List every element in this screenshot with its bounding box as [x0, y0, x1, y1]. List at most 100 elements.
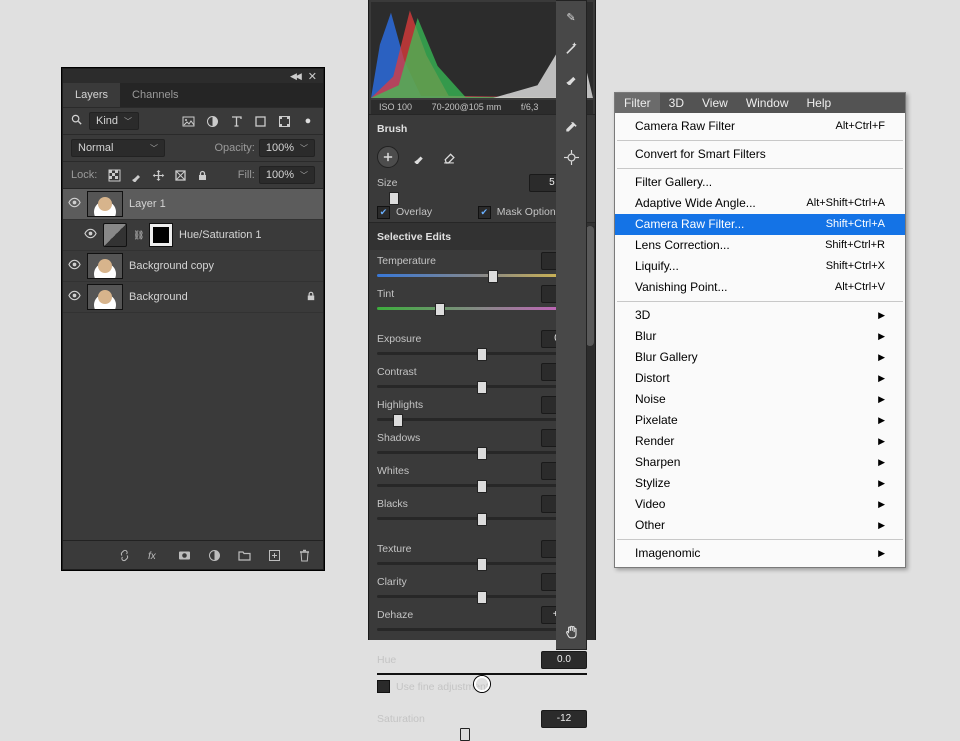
menu-shortcut: Alt+Shift+Ctrl+A — [806, 195, 885, 212]
menu-item[interactable]: Imagenomic▶ — [615, 543, 905, 564]
menu-bar-item-filter[interactable]: Filter — [615, 93, 660, 113]
menu-item-label: Video — [635, 496, 665, 513]
eyedropper-tool-icon[interactable] — [563, 119, 579, 135]
menu-bar-item-window[interactable]: Window — [737, 93, 798, 113]
fine-adjust-checkbox[interactable] — [377, 680, 390, 693]
brush-tool-icon[interactable] — [563, 69, 579, 85]
menu-item[interactable]: Convert for Smart Filters — [615, 144, 905, 165]
saturation-value[interactable]: -12 — [541, 710, 587, 728]
layer-row[interactable]: Background copy — [63, 251, 323, 282]
layer-mask-icon[interactable] — [177, 548, 191, 562]
menu-item[interactable]: Camera Raw FilterAlt+Ctrl+F — [615, 116, 905, 137]
menu-bar-item-3d[interactable]: 3D — [660, 93, 693, 113]
search-icon — [71, 114, 83, 129]
lock-pixels-icon[interactable] — [129, 168, 143, 182]
filter-shape-icon[interactable] — [253, 114, 267, 128]
menu-item[interactable]: Pixelate▶ — [615, 410, 905, 431]
link-mask-icon[interactable]: ⛓ — [133, 230, 143, 241]
menu-item[interactable]: Noise▶ — [615, 389, 905, 410]
slider-label: Dehaze — [377, 609, 535, 621]
hand-tool-icon[interactable] — [563, 623, 579, 639]
menu-bar-item-help[interactable]: Help — [798, 93, 841, 113]
submenu-arrow-icon: ▶ — [878, 307, 885, 324]
submenu-arrow-icon: ▶ — [878, 328, 885, 345]
lock-position-icon[interactable] — [151, 168, 165, 182]
visibility-toggle-icon[interactable] — [67, 289, 81, 305]
menu-separator — [617, 140, 903, 141]
layer-group-icon[interactable] — [237, 548, 251, 562]
exif-iso: ISO 100 — [379, 102, 412, 112]
layer-name: Background copy — [129, 260, 319, 272]
brush-paint-button[interactable] — [409, 147, 429, 167]
hue-slider[interactable] — [377, 673, 587, 675]
menu-item[interactable]: Stylize▶ — [615, 473, 905, 494]
wand-tool-icon[interactable] — [563, 39, 579, 55]
menu-item[interactable]: 3D▶ — [615, 305, 905, 326]
filter-adjustment-icon[interactable] — [205, 114, 219, 128]
menu-item-label: Stylize — [635, 475, 670, 492]
overlay-checkbox[interactable] — [377, 206, 390, 219]
menu-item[interactable]: Blur▶ — [615, 326, 905, 347]
layer-fx-icon[interactable] — [147, 548, 161, 562]
adjustment-layer-icon[interactable] — [207, 548, 221, 562]
menu-item[interactable]: Camera Raw Filter...Shift+Ctrl+A — [615, 214, 905, 235]
opacity-dropdown[interactable]: 100% ﹀ — [259, 139, 315, 157]
hue-label: Hue — [377, 654, 535, 666]
fill-dropdown[interactable]: 100% ﹀ — [259, 166, 315, 184]
menu-bar: Filter3DViewWindowHelp — [615, 93, 905, 113]
new-layer-icon[interactable] — [267, 548, 281, 562]
target-tool-icon[interactable] — [563, 149, 579, 165]
layer-row[interactable]: Background — [63, 282, 323, 313]
menu-item[interactable]: Filter Gallery... — [615, 172, 905, 193]
filter-smartobj-icon[interactable] — [277, 114, 291, 128]
menu-item[interactable]: Vanishing Point...Alt+Ctrl+V — [615, 277, 905, 298]
overlay-label: Overlay — [396, 206, 432, 218]
chevron-down-icon: ﹀ — [300, 143, 308, 154]
visibility-toggle-icon[interactable] — [67, 258, 81, 274]
brush-add-button[interactable] — [377, 146, 399, 168]
menu-item[interactable]: Video▶ — [615, 494, 905, 515]
visibility-toggle-icon[interactable] — [67, 196, 81, 212]
collapse-icon[interactable]: ◀◀ — [290, 71, 300, 82]
close-icon[interactable]: ✕ — [308, 70, 317, 83]
menu-bar-item-view[interactable]: View — [693, 93, 737, 113]
menu-item[interactable]: Liquify...Shift+Ctrl+X — [615, 256, 905, 277]
lock-transparency-icon[interactable] — [107, 168, 121, 182]
menu-item-label: Blur Gallery — [635, 349, 698, 366]
layers-panel: ◀◀ ✕ LayersChannels Kind ﹀ ● Normal ﹀ Op… — [62, 68, 324, 570]
lock-artboard-icon[interactable] — [173, 168, 187, 182]
menu-item[interactable]: Blur Gallery▶ — [615, 347, 905, 368]
layer-kind-dropdown[interactable]: Kind ﹀ — [89, 112, 139, 130]
tab-channels[interactable]: Channels — [120, 83, 190, 107]
lock-icon — [305, 290, 319, 305]
delete-layer-icon[interactable] — [297, 548, 311, 562]
menu-item-label: Distort — [635, 370, 670, 387]
menu-item[interactable]: Adaptive Wide Angle...Alt+Shift+Ctrl+A — [615, 193, 905, 214]
visibility-toggle-icon[interactable] — [83, 227, 97, 243]
link-layers-icon[interactable] — [117, 548, 131, 562]
menu-item-label: Camera Raw Filter — [635, 118, 735, 135]
filter-type-icon[interactable] — [229, 114, 243, 128]
lock-all-icon[interactable] — [195, 168, 209, 182]
edit-tool-icon[interactable]: ✎ — [563, 9, 579, 25]
menu-item[interactable]: Distort▶ — [615, 368, 905, 389]
filter-toggle-dot[interactable]: ● — [301, 114, 315, 128]
menu-item[interactable]: Lens Correction...Shift+Ctrl+R — [615, 235, 905, 256]
blend-mode-value: Normal — [78, 142, 113, 154]
blend-mode-dropdown[interactable]: Normal ﹀ — [71, 139, 165, 157]
layer-row[interactable]: ⛓Hue/Saturation 1 — [63, 220, 323, 251]
brush-erase-button[interactable] — [439, 147, 459, 167]
mask-options-checkbox[interactable] — [478, 206, 491, 219]
panel-tab-bar: LayersChannels — [63, 83, 323, 107]
filter-pixel-icon[interactable] — [181, 114, 195, 128]
menu-item-label: Filter Gallery... — [635, 174, 712, 191]
menu-item-label: Vanishing Point... — [635, 279, 728, 296]
menu-item[interactable]: Other▶ — [615, 515, 905, 536]
hue-value[interactable]: 0.0 — [541, 651, 587, 669]
menu-item[interactable]: Render▶ — [615, 431, 905, 452]
menu-item[interactable]: Sharpen▶ — [615, 452, 905, 473]
layer-row[interactable]: Layer 1 — [63, 189, 323, 220]
layer-kind-label: Kind — [96, 115, 118, 127]
menu-item-label: Sharpen — [635, 454, 680, 471]
tab-layers[interactable]: Layers — [63, 83, 120, 107]
